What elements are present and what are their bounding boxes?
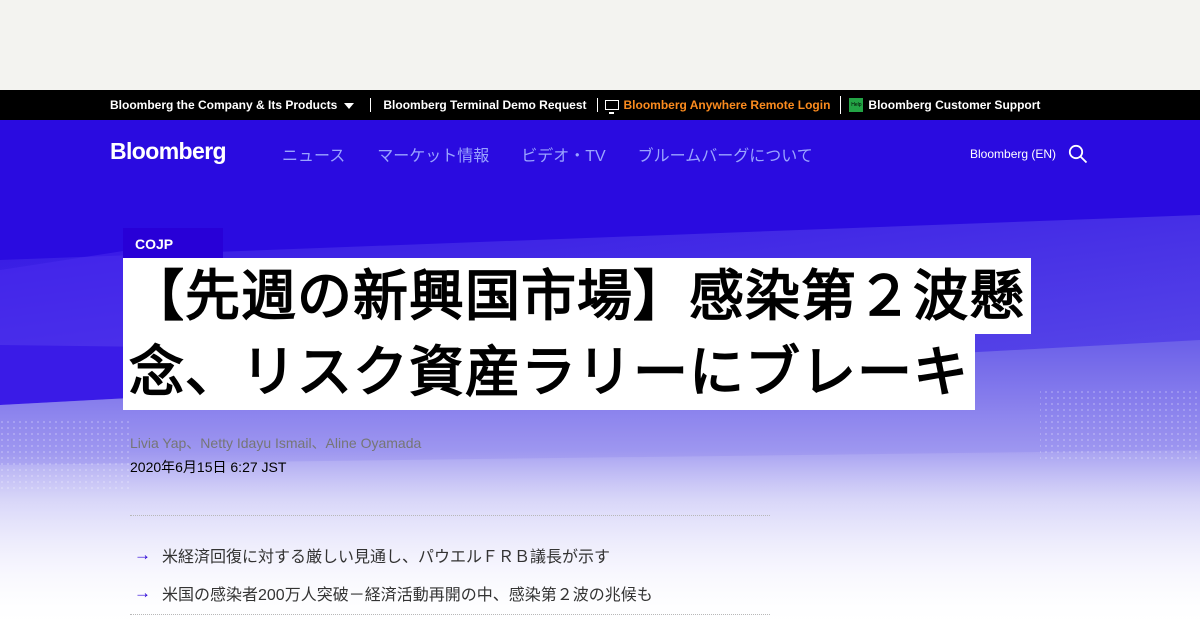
publish-date: 2020年6月15日 6:27 JST — [130, 459, 287, 475]
headline-line-2: 念、リスク資産ラリーにブレーキ — [123, 334, 976, 410]
chevron-down-icon — [344, 102, 355, 109]
list-item: → 米経済回復に対する厳しい見通し、パウエルＦＲＢ議長が示す — [130, 536, 770, 574]
company-products-label: Bloomberg the Company & Its Products — [110, 98, 338, 112]
summary-bullets: → 米経済回復に対する厳しい見通し、パウエルＦＲＢ議長が示す → 米国の感染者2… — [130, 536, 770, 612]
byline-authors[interactable]: Livia Yap、Netty Idayu Ismail、Aline Oyama… — [130, 433, 421, 453]
nav-links: ニュース マーケット情報 ビデオ・TV ブルームバーグについて — [282, 142, 845, 166]
monitor-icon — [604, 100, 619, 114]
arrow-right-icon: → — [134, 545, 151, 564]
customer-support-label: Bloomberg Customer Support — [868, 98, 1041, 112]
divider — [130, 515, 770, 516]
language-link[interactable]: Bloomberg (EN) — [970, 147, 1056, 161]
company-products-dropdown[interactable]: Bloomberg the Company & Its Products — [110, 98, 355, 112]
headline: 【先週の新興国市場】感染第２波懸 念、リスク資産ラリーにブレーキ — [123, 258, 1103, 410]
nav-link-markets[interactable]: マーケット情報 — [377, 142, 489, 166]
divider — [130, 614, 770, 615]
divider — [596, 98, 598, 112]
main-nav: Bloomberg ニュース マーケット情報 ビデオ・TV ブルームバーグについ… — [0, 120, 1200, 184]
terminal-demo-label: Bloomberg Terminal Demo Request — [383, 98, 587, 112]
utility-bar: Bloomberg the Company & Its Products Blo… — [0, 90, 1200, 120]
nav-link-video-tv[interactable]: ビデオ・TV — [521, 142, 605, 166]
help-icon: Help — [849, 98, 864, 112]
anywhere-login-link[interactable]: Bloomberg Anywhere Remote Login — [604, 98, 831, 114]
list-item: → 米国の感染者200万人突破－経済活動再開の中、感染第２波の兆候も — [130, 574, 770, 612]
headline-line-1: 【先週の新興国市場】感染第２波懸 — [123, 258, 1032, 334]
arrow-right-icon: → — [134, 583, 151, 602]
bullet-text: 米経済回復に対する厳しい見通し、パウエルＦＲＢ議長が示す — [162, 549, 611, 566]
nav-link-about[interactable]: ブルームバーグについて — [638, 142, 813, 166]
bloomberg-logo[interactable]: Bloomberg — [110, 138, 227, 165]
divider — [370, 98, 372, 112]
nav-right: Bloomberg (EN) — [970, 144, 1088, 164]
bullet-text: 米国の感染者200万人突破－経済活動再開の中、感染第２波の兆候も — [162, 587, 653, 604]
anywhere-login-label: Bloomberg Anywhere Remote Login — [623, 98, 831, 112]
ad-placeholder — [0, 0, 1200, 90]
category-tag[interactable]: COJP — [123, 228, 223, 258]
search-icon[interactable] — [1068, 144, 1088, 164]
nav-link-news[interactable]: ニュース — [282, 142, 345, 166]
terminal-demo-link[interactable]: Bloomberg Terminal Demo Request — [383, 98, 586, 112]
divider — [840, 96, 842, 114]
customer-support-link[interactable]: Help Bloomberg Customer Support — [849, 98, 1040, 112]
